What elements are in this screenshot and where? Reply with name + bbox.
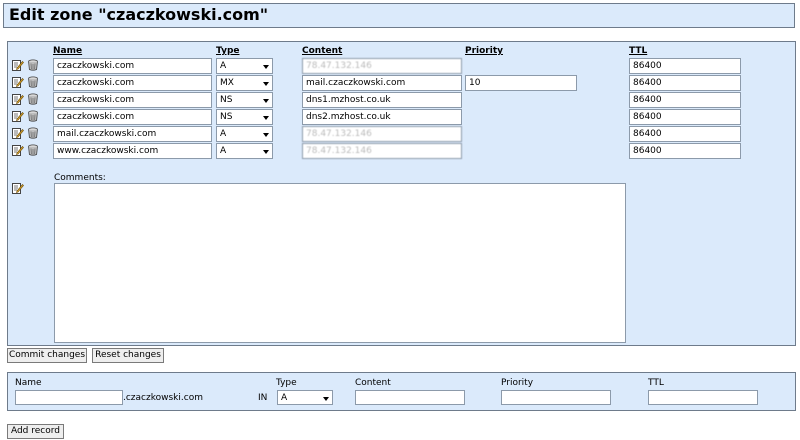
add-content-label: Content — [355, 378, 391, 388]
delete-bin-icon[interactable] — [27, 76, 39, 88]
chevron-down-icon — [263, 116, 269, 120]
record-content-input[interactable]: 78.47.132.146 — [302, 143, 462, 159]
chevron-down-icon — [263, 150, 269, 154]
record-content-input[interactable]: 78.47.132.146 — [302, 126, 462, 142]
record-type-value: MX — [220, 78, 234, 88]
edit-pencil-icon[interactable] — [12, 110, 24, 122]
record-name-input[interactable]: czaczkowski.com — [53, 109, 212, 125]
add-type-selected: A — [281, 393, 288, 403]
edit-pencil-icon[interactable] — [12, 93, 24, 105]
add-ttl-input[interactable] — [648, 390, 758, 405]
record-type-select[interactable]: A — [216, 143, 273, 159]
record-name-input[interactable]: czaczkowski.com — [53, 92, 212, 108]
delete-bin-icon[interactable] — [27, 127, 39, 139]
record-ttl-input[interactable]: 86400 — [629, 75, 741, 91]
record-type-select[interactable]: A — [216, 58, 273, 74]
record-content-input[interactable]: mail.czaczkowski.com — [302, 75, 462, 91]
record-content-input[interactable]: 78.47.132.146 — [302, 58, 462, 74]
class-in-label: IN — [258, 393, 268, 403]
record-type-select[interactable]: NS — [216, 109, 273, 125]
edit-pencil-icon[interactable] — [12, 144, 24, 156]
edit-pencil-icon[interactable] — [12, 182, 24, 194]
record-type-value: A — [220, 146, 227, 156]
page-title: Edit zone "czaczkowski.com" — [9, 5, 269, 24]
record-name-input[interactable]: mail.czaczkowski.com — [53, 126, 212, 142]
add-content-input[interactable] — [355, 390, 465, 405]
add-priority-input[interactable] — [501, 390, 611, 405]
record-ttl-input[interactable]: 86400 — [629, 58, 741, 74]
edit-pencil-icon[interactable] — [12, 59, 24, 71]
record-ttl-input[interactable]: 86400 — [629, 143, 741, 159]
delete-bin-icon[interactable] — [27, 110, 39, 122]
header-type: Type — [216, 46, 240, 56]
add-record-button[interactable]: Add record — [7, 424, 64, 439]
record-row: czaczkowski.com NS dns1.mzhost.co.uk 86400 — [8, 92, 795, 108]
record-type-value: NS — [220, 112, 233, 122]
record-row: www.czaczkowski.com A 78.47.132.146 86400 — [8, 143, 795, 159]
delete-bin-icon[interactable] — [27, 144, 39, 156]
record-type-select[interactable]: A — [216, 126, 273, 142]
record-name-input[interactable]: www.czaczkowski.com — [53, 143, 212, 159]
chevron-down-icon — [263, 133, 269, 137]
comments-textarea[interactable] — [54, 183, 626, 343]
chevron-down-icon — [263, 65, 269, 69]
record-content-input[interactable]: dns1.mzhost.co.uk — [302, 92, 462, 108]
record-priority-input[interactable]: 10 — [465, 75, 577, 91]
add-name-label: Name — [15, 378, 42, 388]
add-record-panel: Name Type Content Priority TTL .czaczkow… — [7, 372, 796, 411]
edit-pencil-icon[interactable] — [12, 127, 24, 139]
record-ttl-input[interactable]: 86400 — [629, 126, 741, 142]
edit-records-panel: Name Type Content Priority TTL czaczkows… — [7, 41, 796, 346]
delete-bin-icon[interactable] — [27, 93, 39, 105]
edit-pencil-icon[interactable] — [12, 76, 24, 88]
add-type-label: Type — [276, 378, 297, 388]
chevron-down-icon — [263, 82, 269, 86]
header-priority: Priority — [465, 46, 503, 56]
record-name-input[interactable]: czaczkowski.com — [53, 58, 212, 74]
add-priority-label: Priority — [501, 378, 534, 388]
add-type-select[interactable]: A — [277, 390, 333, 405]
record-name-input[interactable]: czaczkowski.com — [53, 75, 212, 91]
page-title-bar: Edit zone "czaczkowski.com" — [3, 3, 795, 28]
add-ttl-label: TTL — [648, 378, 664, 388]
record-type-select[interactable]: NS — [216, 92, 273, 108]
record-content-input[interactable]: dns2.mzhost.co.uk — [302, 109, 462, 125]
header-ttl: TTL — [629, 46, 648, 56]
record-ttl-input[interactable]: 86400 — [629, 109, 741, 125]
add-name-input[interactable] — [15, 390, 123, 405]
commit-changes-button[interactable]: Commit changes — [7, 348, 87, 363]
record-row: czaczkowski.com MX mail.czaczkowski.com 10 8… — [8, 75, 795, 91]
chevron-down-icon — [263, 99, 269, 103]
record-type-value: A — [220, 129, 227, 139]
domain-suffix: .czaczkowski.com — [123, 393, 203, 403]
record-type-select[interactable]: MX — [216, 75, 273, 91]
record-type-value: NS — [220, 95, 233, 105]
record-row: czaczkowski.com NS dns2.mzhost.co.uk 86400 — [8, 109, 795, 125]
reset-changes-button[interactable]: Reset changes — [92, 348, 164, 363]
record-row: czaczkowski.com A 78.47.132.146 86400 — [8, 58, 795, 74]
header-content: Content — [302, 46, 343, 56]
record-ttl-input[interactable]: 86400 — [629, 92, 741, 108]
delete-bin-icon[interactable] — [27, 59, 39, 71]
record-row: mail.czaczkowski.com A 78.47.132.146 86400 — [8, 126, 795, 142]
chevron-down-icon — [323, 397, 329, 401]
header-name: Name — [53, 46, 83, 56]
record-type-value: A — [220, 61, 227, 71]
